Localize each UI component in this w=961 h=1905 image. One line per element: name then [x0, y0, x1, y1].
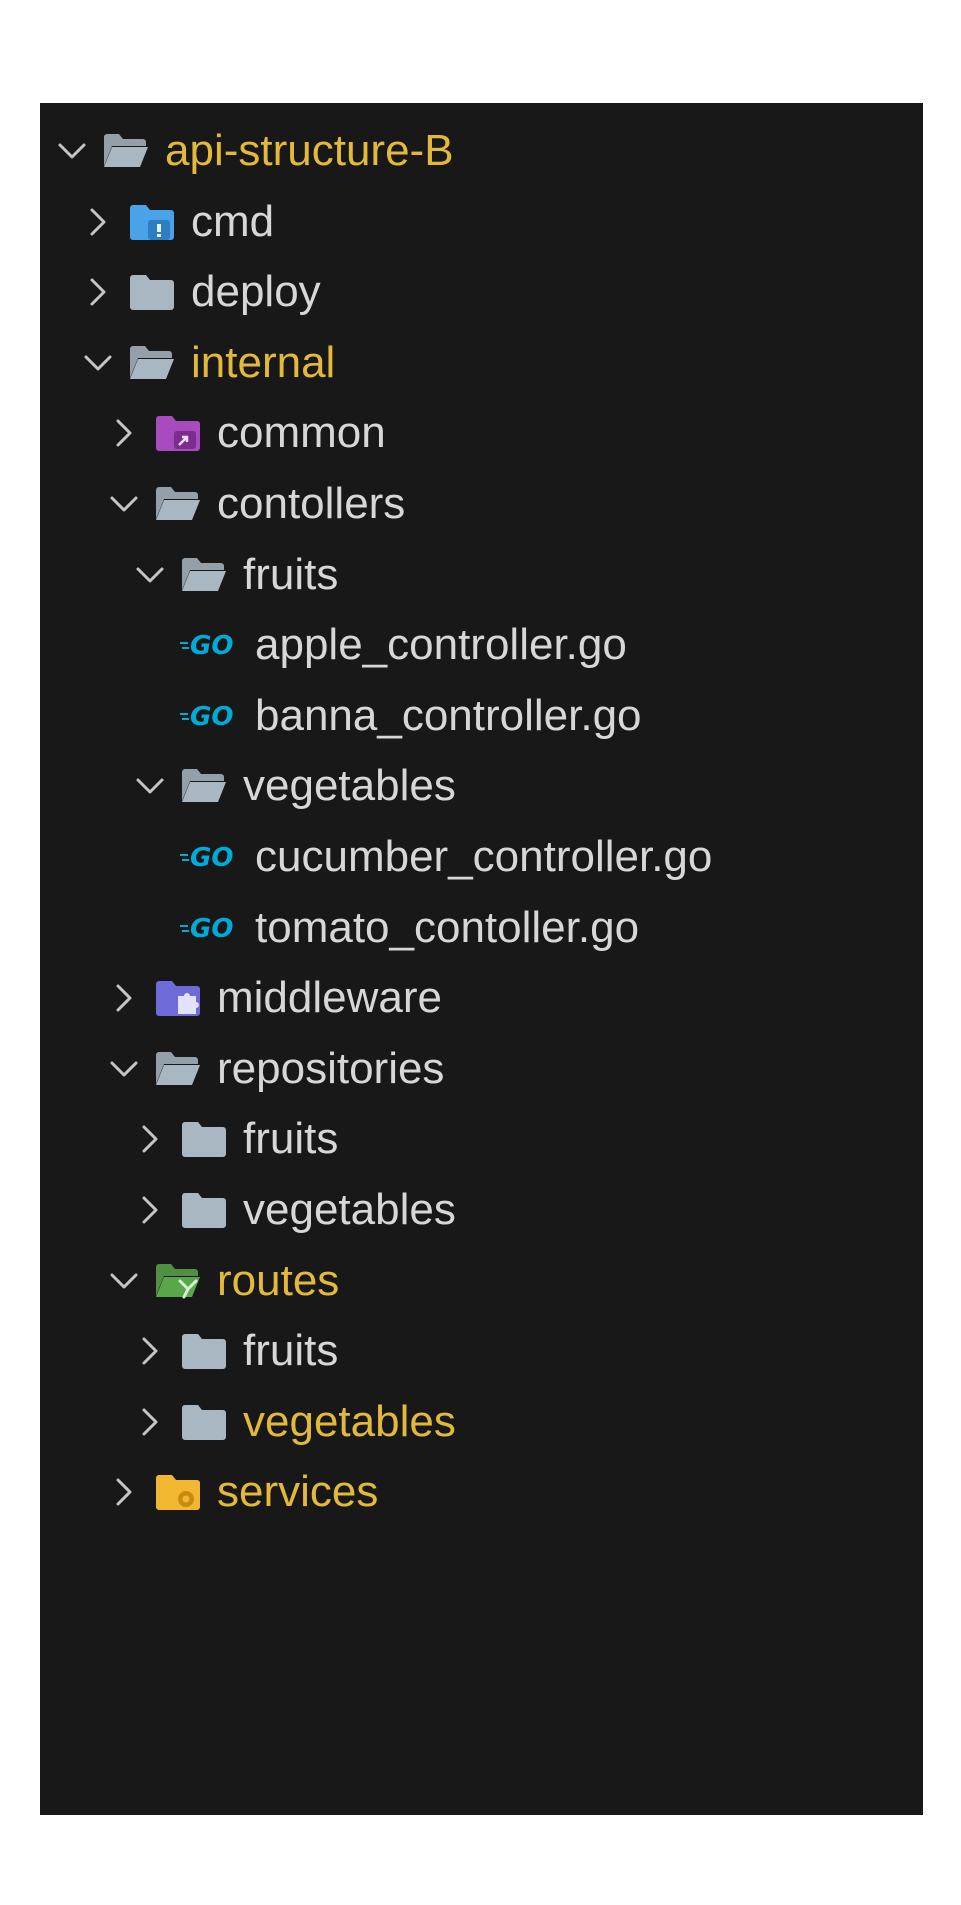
folder-item[interactable]: services	[40, 1449, 923, 1535]
svg-text:GO: GO	[190, 631, 233, 660]
folder-services-icon	[150, 1449, 206, 1535]
folder-name: services	[217, 1467, 379, 1517]
file-explorer-panel: api-structure-B cmd deploy internal common co…	[40, 103, 923, 1815]
svg-text:GO: GO	[190, 843, 233, 872]
svg-text:GO: GO	[190, 914, 233, 943]
svg-text:GO: GO	[190, 702, 233, 731]
chevron-right-icon[interactable]	[102, 1449, 146, 1535]
